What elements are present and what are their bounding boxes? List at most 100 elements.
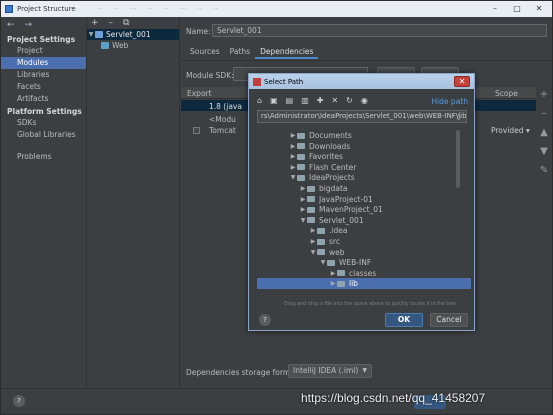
folder-node-classes[interactable]: ▶ classes — [257, 268, 471, 279]
folder-label: Documents — [309, 131, 352, 140]
folder-node-mavenproject-01[interactable]: ▶ MavenProject_01 — [257, 204, 471, 215]
copy-icon[interactable]: ⧉ — [123, 18, 129, 28]
expand-toggle-icon[interactable]: ▶ — [289, 153, 297, 160]
blurred-menu-item: ·· — [163, 5, 169, 13]
export-checkbox[interactable] — [193, 127, 200, 134]
remove-dependency-icon[interactable]: – — [538, 108, 550, 119]
folder-node-bigdata[interactable]: ▶ bigdata — [257, 183, 471, 194]
expand-toggle-icon[interactable]: ▼ — [289, 174, 297, 181]
folder-node-downloads[interactable]: ▶ Downloads — [257, 141, 471, 152]
expand-toggle-icon[interactable]: ▶ — [299, 196, 307, 203]
folder-label: MavenProject_01 — [319, 205, 383, 215]
minimize-icon[interactable]: – — [484, 1, 506, 15]
folder-label: Downloads — [309, 141, 351, 151]
name-input[interactable]: Servlet_001 — [212, 24, 547, 37]
desktop-icon[interactable]: ▣ — [270, 96, 278, 105]
sidebar-item-artifacts[interactable]: Artifacts — [1, 93, 86, 105]
download-icon[interactable]: ⇩ — [455, 112, 462, 122]
tree-scrollbar[interactable] — [456, 130, 460, 188]
drag-drop-hint: Drag and drop a file into the space abov… — [284, 302, 457, 307]
edit-dependency-icon[interactable]: ✎ — [538, 165, 550, 176]
folder-node--idea[interactable]: ▶ .idea — [257, 225, 471, 236]
scope-dropdown[interactable]: Provided ▾ — [491, 126, 530, 135]
folder-node-lib[interactable]: ▶ lib — [257, 278, 471, 289]
folder-label: web — [329, 247, 345, 257]
sidebar-item-modules[interactable]: Modules — [1, 57, 86, 69]
move-up-icon[interactable]: ▲ — [538, 127, 550, 138]
show-hidden-icon[interactable]: ◉ — [361, 96, 368, 105]
folder-node-web-inf[interactable]: ▼ WEB-INF — [257, 257, 471, 268]
ok-button[interactable]: OK — [385, 313, 423, 327]
project-folder-icon[interactable]: ▤ — [286, 96, 294, 105]
web-facet-icon — [101, 42, 109, 49]
folder-node-src[interactable]: ▶ src — [257, 236, 471, 247]
delete-icon[interactable]: ✕ — [331, 96, 338, 105]
tab-paths[interactable]: Paths — [225, 45, 255, 59]
add-dependency-icon[interactable]: + — [538, 89, 550, 100]
maximize-icon[interactable]: □ — [506, 1, 528, 15]
sidebar-item-global-libraries[interactable]: Global Libraries — [1, 129, 86, 141]
module-node-web[interactable]: Web — [87, 40, 179, 51]
expand-toggle-icon[interactable]: ▶ — [289, 164, 297, 171]
folder-label: classes — [349, 268, 377, 278]
refresh-icon[interactable]: ↻ — [346, 96, 353, 105]
blurred-menu: ·· ·· ··· ·· ·· ··· ·· ·· — [98, 6, 218, 13]
sidebar-item-facets[interactable]: Facets — [1, 81, 86, 93]
expand-toggle-icon[interactable]: ▶ — [289, 132, 297, 139]
expand-toggle-icon[interactable]: ▼ — [309, 249, 317, 256]
tab-dependencies[interactable]: Dependencies — [255, 45, 319, 59]
storage-format-value: IntelliJ IDEA (.iml) — [293, 366, 359, 375]
dialog-close-icon[interactable]: ✕ — [454, 76, 470, 87]
expand-toggle-icon[interactable]: ▶ — [329, 270, 337, 277]
folder-node-flash-center[interactable]: ▶ Flash Center — [257, 162, 471, 173]
sidebar-item-problems[interactable]: Problems — [1, 151, 86, 163]
folder-label: WEB-INF — [339, 258, 372, 268]
blurred-menu-item: ··· — [179, 5, 187, 13]
sidebar-item-libraries[interactable]: Libraries — [1, 69, 86, 81]
dialog-toolbar: ⌂ ▣ ▤ ▥ ✚ ✕ ↻ ◉ — [257, 96, 368, 105]
module-folder-icon[interactable]: ▥ — [301, 96, 309, 105]
expand-toggle-icon[interactable]: ▶ — [309, 227, 317, 234]
folder-node-javaproject-01[interactable]: ▶ JavaProject-01 — [257, 194, 471, 205]
module-node-servlet[interactable]: ▼ Servlet_001 — [87, 29, 179, 40]
help-icon[interactable]: ? — [13, 395, 25, 407]
module-tabs: Sources Paths Dependencies — [185, 45, 319, 59]
dialog-help-icon[interactable]: ? — [259, 314, 271, 326]
storage-format-select[interactable]: IntelliJ IDEA (.iml) ▼ — [288, 364, 372, 378]
expand-toggle-icon[interactable]: ▼ — [299, 217, 307, 224]
expand-toggle-icon[interactable]: ▶ — [299, 206, 307, 213]
path-input[interactable]: rs\Administrator\IdeaProjects\Servlet_00… — [257, 110, 467, 123]
folder-node-servlet-001[interactable]: ▼ Servlet_001 — [257, 215, 471, 226]
folder-node-documents[interactable]: ▶ Documents — [257, 130, 471, 141]
dependency-label: <Modu — [209, 115, 236, 124]
add-icon[interactable]: + — [91, 18, 99, 28]
expand-toggle-icon[interactable]: ▶ — [329, 280, 337, 287]
forward-arrow-icon[interactable]: → — [25, 20, 33, 30]
module-tree-panel: + – ⧉ ▼ Servlet_001 Web — [87, 17, 180, 397]
tab-sources[interactable]: Sources — [185, 45, 225, 59]
back-arrow-icon[interactable]: ← — [7, 20, 15, 30]
expand-icon[interactable]: ▼ — [87, 31, 95, 38]
expand-toggle-icon[interactable]: ▼ — [319, 259, 327, 266]
remove-icon[interactable]: – — [109, 18, 114, 28]
chevron-down-icon: ▼ — [362, 367, 367, 374]
name-label: Name: — [186, 27, 211, 36]
move-down-icon[interactable]: ▼ — [538, 146, 550, 157]
folder-node-web[interactable]: ▼ web — [257, 247, 471, 258]
hide-path-link[interactable]: Hide path — [431, 97, 468, 106]
folder-node-ideaprojects[interactable]: ▼ IdeaProjects — [257, 172, 471, 183]
folder-label: JavaProject-01 — [319, 194, 373, 204]
sidebar-item-sdks[interactable]: SDKs — [1, 117, 86, 129]
expand-toggle-icon[interactable]: ▶ — [289, 143, 297, 150]
expand-toggle-icon[interactable]: ▶ — [299, 185, 307, 192]
cancel-button[interactable]: Cancel — [430, 313, 468, 327]
expand-toggle-icon[interactable]: ▶ — [309, 238, 317, 245]
blurred-menu-item: ··· — [129, 5, 137, 13]
folder-node-favorites[interactable]: ▶ Favorites — [257, 151, 471, 162]
app-icon — [5, 5, 13, 13]
blurred-menu-item: ·· — [97, 5, 103, 13]
home-icon[interactable]: ⌂ — [257, 96, 262, 105]
new-folder-icon[interactable]: ✚ — [317, 96, 324, 105]
sidebar-item-project[interactable]: Project — [1, 45, 86, 57]
close-window-icon[interactable]: ✕ — [528, 1, 550, 15]
